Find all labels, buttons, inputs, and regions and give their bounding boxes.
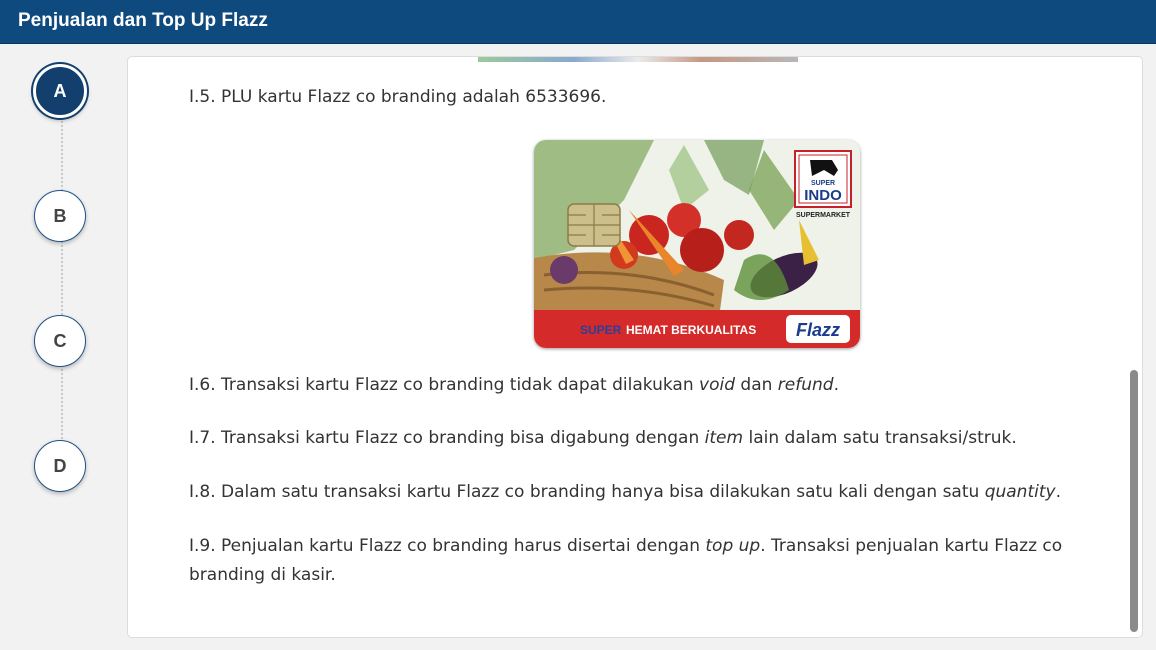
i9-topup: top up bbox=[705, 536, 761, 556]
step-a-button[interactable]: A bbox=[33, 64, 87, 118]
content-panel: I.5. PLU kartu Flazz co branding adalah … bbox=[127, 56, 1143, 638]
i6-prefix: I.6. Transaksi kartu Flazz co branding t… bbox=[189, 375, 700, 395]
item-i9: I.9. Penjualan kartu Flazz co branding h… bbox=[189, 532, 1109, 590]
i7-suffix: lain dalam satu transaksi/struk. bbox=[743, 428, 1017, 448]
vertical-scrollbar[interactable] bbox=[1130, 370, 1138, 632]
i9-prefix: I.9. Penjualan kartu Flazz co branding h… bbox=[189, 536, 706, 556]
logo-supermarket: SUPERMARKET bbox=[796, 212, 851, 219]
logo-indo: INDO bbox=[804, 187, 842, 204]
step-navigator: A B C D bbox=[33, 62, 90, 502]
previous-image-edge bbox=[478, 57, 798, 62]
card-band-text: HEMAT BERKUALITAS bbox=[626, 323, 756, 337]
step-d-button[interactable]: D bbox=[34, 440, 86, 492]
step-b-button[interactable]: B bbox=[34, 190, 86, 242]
card-artwork: SUPER INDO SUPERMARKET SUPER HEMAT BERKU… bbox=[534, 140, 860, 348]
i6-void: void bbox=[699, 375, 735, 395]
step-connector bbox=[61, 90, 63, 470]
flazz-card-image: SUPER INDO SUPERMARKET SUPER HEMAT BERKU… bbox=[534, 140, 860, 348]
item-i5: I.5. PLU kartu Flazz co branding adalah … bbox=[189, 87, 607, 107]
i8-prefix: I.8. Dalam satu transaksi kartu Flazz co… bbox=[189, 482, 985, 502]
item-i6: I.6. Transaksi kartu Flazz co branding t… bbox=[189, 371, 1109, 400]
logo-super: SUPER bbox=[811, 180, 835, 187]
i6-mid: dan bbox=[735, 375, 778, 395]
card-band-super: SUPER bbox=[580, 323, 622, 337]
step-c-button[interactable]: C bbox=[34, 315, 86, 367]
i6-suffix: . bbox=[833, 375, 839, 395]
flazz-logo: Flazz bbox=[796, 320, 840, 340]
i8-quantity: quantity bbox=[984, 482, 1056, 502]
i6-refund: refund bbox=[777, 375, 834, 395]
i7-item: item bbox=[704, 428, 744, 448]
item-i7: I.7. Transaksi kartu Flazz co branding b… bbox=[189, 424, 1109, 453]
i8-suffix: . bbox=[1055, 482, 1061, 502]
item-i8: I.8. Dalam satu transaksi kartu Flazz co… bbox=[189, 478, 1109, 507]
window-title: Penjualan dan Top Up Flazz bbox=[0, 0, 1156, 44]
i7-prefix: I.7. Transaksi kartu Flazz co branding b… bbox=[189, 428, 705, 448]
